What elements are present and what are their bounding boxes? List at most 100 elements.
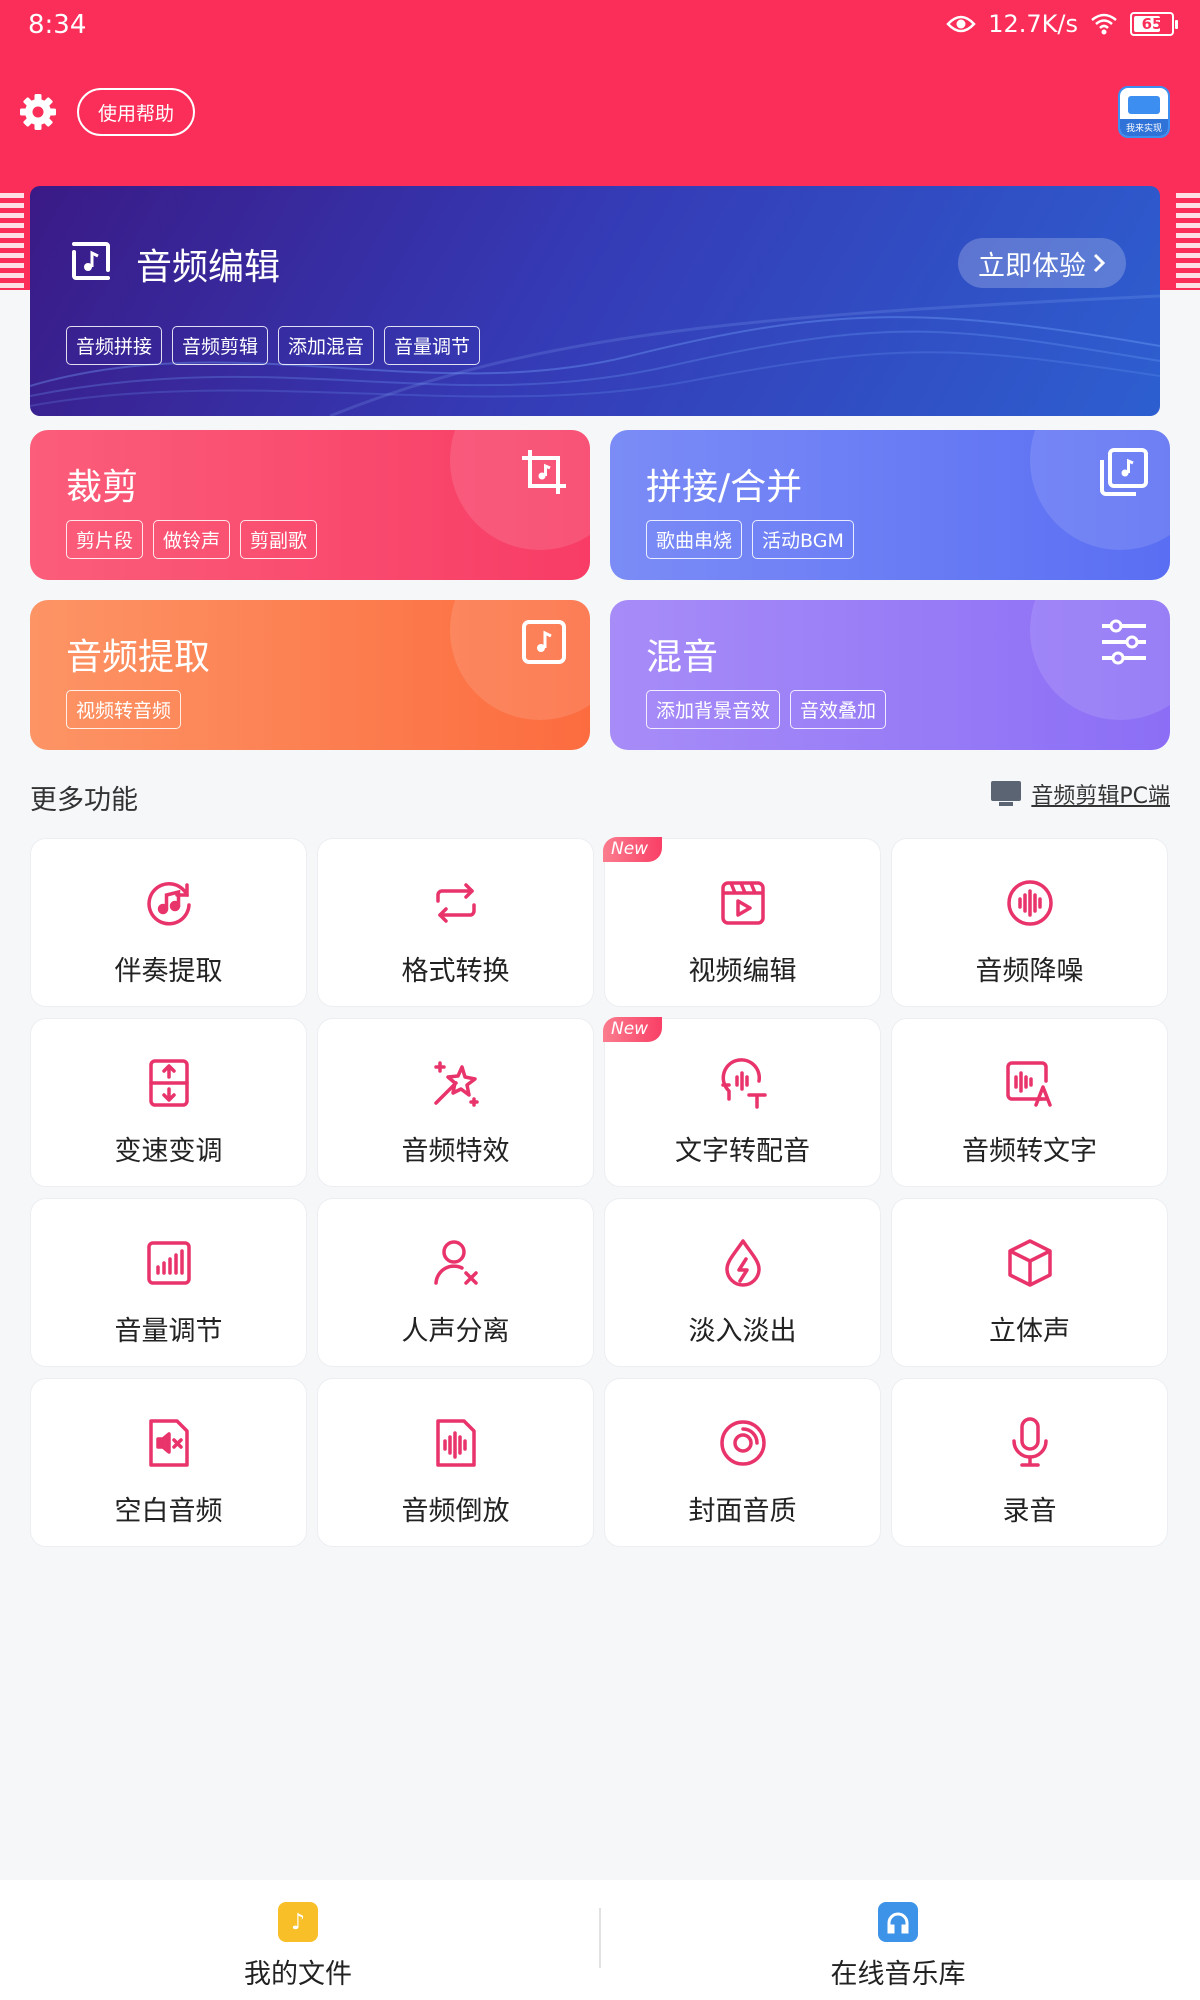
- cut-tags: 剪片段 做铃声 剪副歌: [66, 520, 318, 559]
- video-edit-icon: [720, 881, 765, 925]
- card-tag: 做铃声: [153, 520, 231, 559]
- tile-audio-effects[interactable]: 音频特效: [317, 1018, 594, 1187]
- eye-icon: [946, 15, 976, 33]
- tile-label: 空白音频: [114, 1496, 223, 1527]
- monitor-icon: [991, 781, 1022, 807]
- tile-vocal-separate[interactable]: 人声分离: [317, 1198, 594, 1367]
- banner-title: 音频编辑: [136, 247, 281, 288]
- tile-record[interactable]: 录音: [891, 1378, 1168, 1547]
- cut-card[interactable]: 裁剪 剪片段 做铃声 剪副歌: [30, 430, 590, 580]
- tile-label: 音频降噪: [975, 956, 1084, 987]
- folder-music-icon: ♪: [278, 1902, 318, 1942]
- tile-label: 音频特效: [401, 1136, 510, 1167]
- status-bar: 8:34 12.7K/s 65: [0, 0, 1200, 50]
- pc-version-link[interactable]: 音频剪辑PC端: [991, 778, 1170, 810]
- speed-pitch-icon: [148, 1059, 189, 1107]
- try-now-button[interactable]: 立即体验: [958, 238, 1126, 288]
- card-tag: 添加背景音效: [646, 690, 781, 729]
- card-tag: 活动BGM: [752, 520, 854, 559]
- equalizer-decoration-left: [0, 182, 24, 288]
- nav-my-files[interactable]: ♪ 我的文件: [148, 1902, 448, 1991]
- banner-tag: 音频剪辑: [172, 326, 269, 365]
- status-right: 12.7K/s 65: [946, 10, 1178, 38]
- tile-text-to-speech[interactable]: New 文字转配音: [603, 1017, 881, 1187]
- banner-tag: 音频拼接: [66, 326, 163, 365]
- volume-bars-icon: [146, 1241, 191, 1285]
- crop-icon: [522, 450, 566, 494]
- chevron-right-icon: [1093, 253, 1106, 273]
- nav-label: 在线音乐库: [830, 1959, 966, 1990]
- join-tags: 歌曲串烧 活动BGM: [646, 520, 854, 559]
- audio-reverse-icon: [435, 1419, 476, 1467]
- tile-speech-to-text[interactable]: 音频转文字: [891, 1018, 1168, 1187]
- banner-tag: 音量调节: [384, 326, 481, 365]
- tile-label: 视频编辑: [688, 956, 797, 987]
- tile-stereo[interactable]: 立体声: [891, 1198, 1168, 1367]
- nav-divider: [599, 1908, 601, 1968]
- tile-volume-adjust[interactable]: 音量调节: [30, 1198, 307, 1367]
- text-to-speech-icon: [720, 1058, 767, 1109]
- more-functions-title: 更多功能: [30, 785, 138, 816]
- cut-title: 裁剪: [66, 467, 139, 508]
- silent-audio-icon: [148, 1419, 189, 1467]
- tile-label: 录音: [1002, 1496, 1057, 1527]
- tile-cover-quality[interactable]: 封面音质: [604, 1378, 881, 1547]
- new-badge: New: [603, 1017, 663, 1042]
- noise-reduction-icon: [1006, 880, 1053, 926]
- tile-label: 格式转换: [401, 956, 510, 987]
- help-button[interactable]: 使用帮助: [77, 88, 195, 136]
- join-card[interactable]: 拼接/合并 歌曲串烧 活动BGM: [610, 430, 1170, 580]
- magic-wand-icon: [433, 1061, 479, 1107]
- audio-edit-banner[interactable]: 音频编辑 立即体验 音频拼接 音频剪辑 添加混音 音量调节: [30, 186, 1160, 416]
- tile-speed-pitch[interactable]: 变速变调: [30, 1018, 307, 1187]
- fade-drop-icon: [724, 1239, 761, 1287]
- vocal-separate-icon: [433, 1240, 478, 1285]
- function-grid: 伴奏提取 格式转换 New 视频编辑 音频降噪 变速变调 音频特效 New 文字…: [30, 837, 1170, 1547]
- tile-label: 封面音质: [688, 1496, 797, 1527]
- music-note-frame-icon: [72, 242, 110, 280]
- gear-icon[interactable]: [18, 92, 58, 132]
- tile-format-convert[interactable]: 格式转换: [317, 838, 594, 1007]
- card-tag: 歌曲串烧: [646, 520, 743, 559]
- battery-icon: 65: [1130, 12, 1178, 36]
- equalizer-decoration-right: [1176, 182, 1200, 288]
- headphones-icon: [878, 1902, 918, 1942]
- tile-label: 文字转配音: [675, 1136, 810, 1167]
- nav-online-library[interactable]: 在线音乐库: [748, 1902, 1048, 1991]
- tile-audio-reverse[interactable]: 音频倒放: [317, 1378, 594, 1547]
- try-now-label: 立即体验: [978, 250, 1086, 282]
- tile-label: 人声分离: [401, 1316, 510, 1347]
- pc-feature-badge[interactable]: 我来实现: [1118, 86, 1170, 138]
- tile-noise-reduction[interactable]: 音频降噪: [891, 838, 1168, 1007]
- card-tag: 剪副歌: [240, 520, 318, 559]
- disc-icon: [719, 1420, 766, 1466]
- pc-link-label: 音频剪辑PC端: [1031, 784, 1170, 809]
- tile-label: 音频转文字: [962, 1136, 1097, 1167]
- screen-icon: [1128, 96, 1160, 114]
- join-title: 拼接/合并: [646, 467, 803, 508]
- cube-icon: [1007, 1239, 1052, 1287]
- tile-label: 淡入淡出: [688, 1316, 797, 1347]
- mix-title: 混音: [646, 637, 719, 678]
- tile-video-edit[interactable]: New 视频编辑: [603, 837, 881, 1007]
- mix-tags: 添加背景音效 音效叠加: [646, 690, 887, 729]
- tile-label: 变速变调: [114, 1136, 223, 1167]
- extract-title: 音频提取: [66, 637, 211, 678]
- tile-accompaniment-extract[interactable]: 伴奏提取: [30, 838, 307, 1007]
- card-tag: 音效叠加: [790, 690, 887, 729]
- speech-to-text-icon: [1005, 1061, 1052, 1107]
- extract-card[interactable]: 音频提取 视频转音频: [30, 600, 590, 750]
- banner-tag: 添加混音: [278, 326, 375, 365]
- tile-silent-audio[interactable]: 空白音频: [30, 1378, 307, 1547]
- wave-decoration: [30, 294, 1160, 416]
- tile-label: 立体声: [989, 1316, 1070, 1347]
- tile-label: 音频倒放: [401, 1496, 510, 1527]
- card-tag: 视频转音频: [66, 690, 182, 729]
- music-file-icon: [522, 620, 566, 664]
- extract-tags: 视频转音频: [66, 690, 182, 729]
- wifi-icon: [1091, 13, 1117, 35]
- card-tag: 剪片段: [66, 520, 144, 559]
- mix-card[interactable]: 混音 添加背景音效 音效叠加: [610, 600, 1170, 750]
- nav-label: 我的文件: [244, 1959, 352, 1990]
- tile-fade[interactable]: 淡入淡出: [604, 1198, 881, 1367]
